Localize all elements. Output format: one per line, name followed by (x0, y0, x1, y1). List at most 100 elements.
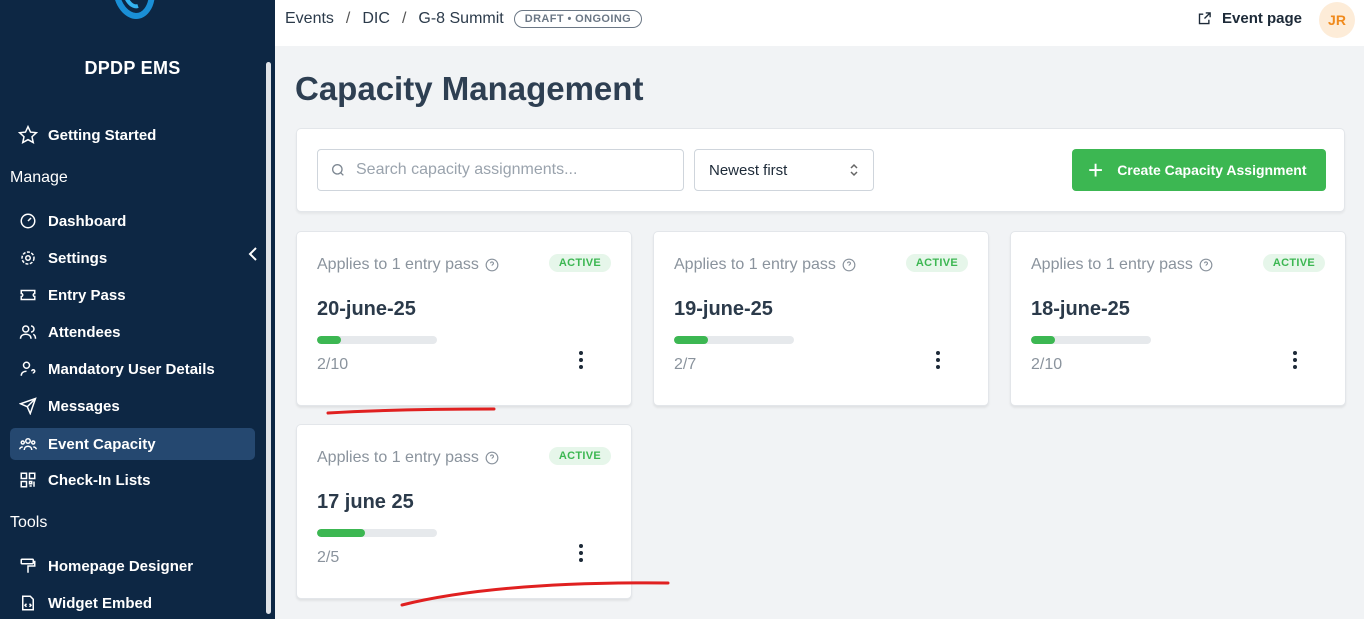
gear-icon (18, 248, 38, 268)
sidebar-item-mandatory-user-details[interactable]: Mandatory User Details (10, 353, 255, 385)
applies-label: Applies to 1 entry pass (317, 449, 499, 467)
sidebar-item-label: Messages (48, 397, 120, 415)
capacity-progress-bar (317, 529, 437, 537)
group-icon (18, 434, 38, 454)
sidebar-item-entry-pass[interactable]: Entry Pass (10, 279, 255, 311)
more-options-button[interactable] (571, 539, 591, 567)
sidebar-item-label: Event Capacity (48, 435, 156, 453)
section-manage: Manage (10, 169, 68, 186)
progress-fill (674, 336, 709, 344)
progress-fill (317, 336, 341, 344)
sidebar-item-settings[interactable]: Settings (10, 242, 255, 274)
sort-select[interactable]: Newest first (694, 149, 874, 191)
applies-label: Applies to 1 entry pass (1031, 256, 1213, 274)
sidebar-item-label: Attendees (48, 323, 121, 341)
kebab-menu-icon (579, 544, 583, 562)
user-question-icon (18, 359, 38, 379)
embed-icon (18, 593, 38, 613)
sidebar-item-label: Getting Started (48, 126, 157, 144)
sidebar-item-attendees[interactable]: Attendees (10, 316, 255, 348)
ticket-icon (18, 285, 38, 305)
capacity-progress-bar (1031, 336, 1151, 344)
applies-label: Applies to 1 entry pass (674, 256, 856, 274)
sidebar-scrollbar[interactable] (266, 62, 271, 614)
dashboard-icon (18, 211, 38, 231)
sidebar-item-messages[interactable]: Messages (10, 390, 255, 422)
chevron-updown-icon (850, 163, 858, 177)
sidebar-item-label: Dashboard (48, 212, 127, 230)
breadcrumb-events[interactable]: Events (285, 10, 334, 28)
capacity-name: 18-june-25 (1031, 298, 1130, 320)
capacity-count: 2/5 (317, 549, 340, 566)
avatar[interactable]: JR (1319, 2, 1355, 38)
sidebar-item-label: Check-In Lists (48, 471, 151, 489)
capacity-count: 2/10 (317, 356, 349, 373)
capacity-progress-bar (674, 336, 794, 344)
applies-text: Applies to 1 entry pass (1031, 256, 1193, 273)
top-bar: Events / DIC / G-8 Summit DRAFT • ONGOIN… (275, 0, 1364, 46)
help-icon[interactable] (1199, 258, 1213, 272)
help-icon[interactable] (485, 451, 499, 465)
breadcrumb-separator: / (401, 10, 407, 27)
brand-logo-icon (115, 0, 155, 20)
sidebar-item-label: Widget Embed (48, 594, 153, 612)
external-link-icon (1198, 12, 1211, 25)
event-page-label: Event page (1222, 10, 1303, 27)
sidebar: DPDP EMS Getting Started Manage Dashboar… (0, 0, 275, 619)
capacity-card[interactable]: Applies to 1 entry pass ACTIVE 19-june-2… (653, 231, 989, 406)
page-title: Capacity Management (295, 70, 644, 107)
status-badge: ACTIVE (548, 254, 611, 272)
sidebar-item-label: Homepage Designer (48, 557, 194, 575)
more-options-button[interactable] (928, 346, 948, 374)
capacity-card[interactable]: Applies to 1 entry pass ACTIVE 18-june-2… (1010, 231, 1346, 406)
chevron-left-icon (248, 247, 257, 261)
progress-fill (317, 529, 365, 537)
star-icon (18, 125, 38, 145)
capacity-card[interactable]: Applies to 1 entry pass ACTIVE 20-june-2… (296, 231, 632, 406)
capacity-count: 2/7 (674, 356, 697, 373)
search-input[interactable] (356, 161, 656, 179)
sidebar-item-label: Settings (48, 249, 108, 267)
section-tools: Tools (10, 514, 48, 531)
capacity-count: 2/10 (1031, 356, 1063, 373)
search-icon (332, 164, 344, 176)
breadcrumb-event[interactable]: G-8 Summit (418, 10, 503, 28)
help-icon[interactable] (842, 258, 856, 272)
kebab-menu-icon (1293, 351, 1297, 369)
plus-icon: + (1088, 155, 1104, 185)
sidebar-item-getting-started[interactable]: Getting Started (10, 119, 255, 151)
search-box[interactable] (317, 149, 684, 191)
more-options-button[interactable] (1285, 346, 1305, 374)
progress-fill (1031, 336, 1055, 344)
create-capacity-assignment-button[interactable]: + Create Capacity Assignment (1072, 149, 1326, 191)
capacity-name: 17 june 25 (317, 491, 414, 513)
kebab-menu-icon (579, 351, 583, 369)
capacity-name: 20-june-25 (317, 298, 416, 320)
sort-value: Newest first (709, 161, 788, 179)
sidebar-item-dashboard[interactable]: Dashboard (10, 205, 255, 237)
status-badge: ACTIVE (1262, 254, 1325, 272)
status-badge: ACTIVE (905, 254, 968, 272)
breadcrumb: Events / DIC / G-8 Summit DRAFT • ONGOIN… (285, 10, 643, 28)
applies-text: Applies to 1 entry pass (317, 449, 479, 466)
applies-label: Applies to 1 entry pass (317, 256, 499, 274)
help-icon[interactable] (485, 258, 499, 272)
sidebar-item-event-capacity[interactable]: Event Capacity (10, 428, 255, 460)
status-badge: DRAFT • ONGOING (513, 10, 643, 28)
breadcrumb-separator: / (345, 10, 351, 27)
more-options-button[interactable] (571, 346, 591, 374)
breadcrumb-organizer[interactable]: DIC (362, 10, 390, 28)
capacity-name: 19-june-25 (674, 298, 773, 320)
toolbar-panel: Newest first + Create Capacity Assignmen… (296, 128, 1345, 212)
applies-text: Applies to 1 entry pass (317, 256, 479, 273)
create-button-label: Create Capacity Assignment (1117, 162, 1307, 178)
send-icon (18, 396, 38, 416)
sidebar-item-label: Mandatory User Details (48, 360, 215, 378)
capacity-card[interactable]: Applies to 1 entry pass ACTIVE 17 june 2… (296, 424, 632, 599)
sidebar-item-widget-embed[interactable]: Widget Embed (10, 587, 255, 619)
event-page-link[interactable]: Event page (1197, 10, 1302, 27)
collapse-sidebar-button[interactable] (243, 244, 263, 264)
capacity-progress-bar (317, 336, 437, 344)
sidebar-item-homepage-designer[interactable]: Homepage Designer (10, 550, 255, 582)
sidebar-item-check-in-lists[interactable]: Check-In Lists (10, 464, 255, 496)
